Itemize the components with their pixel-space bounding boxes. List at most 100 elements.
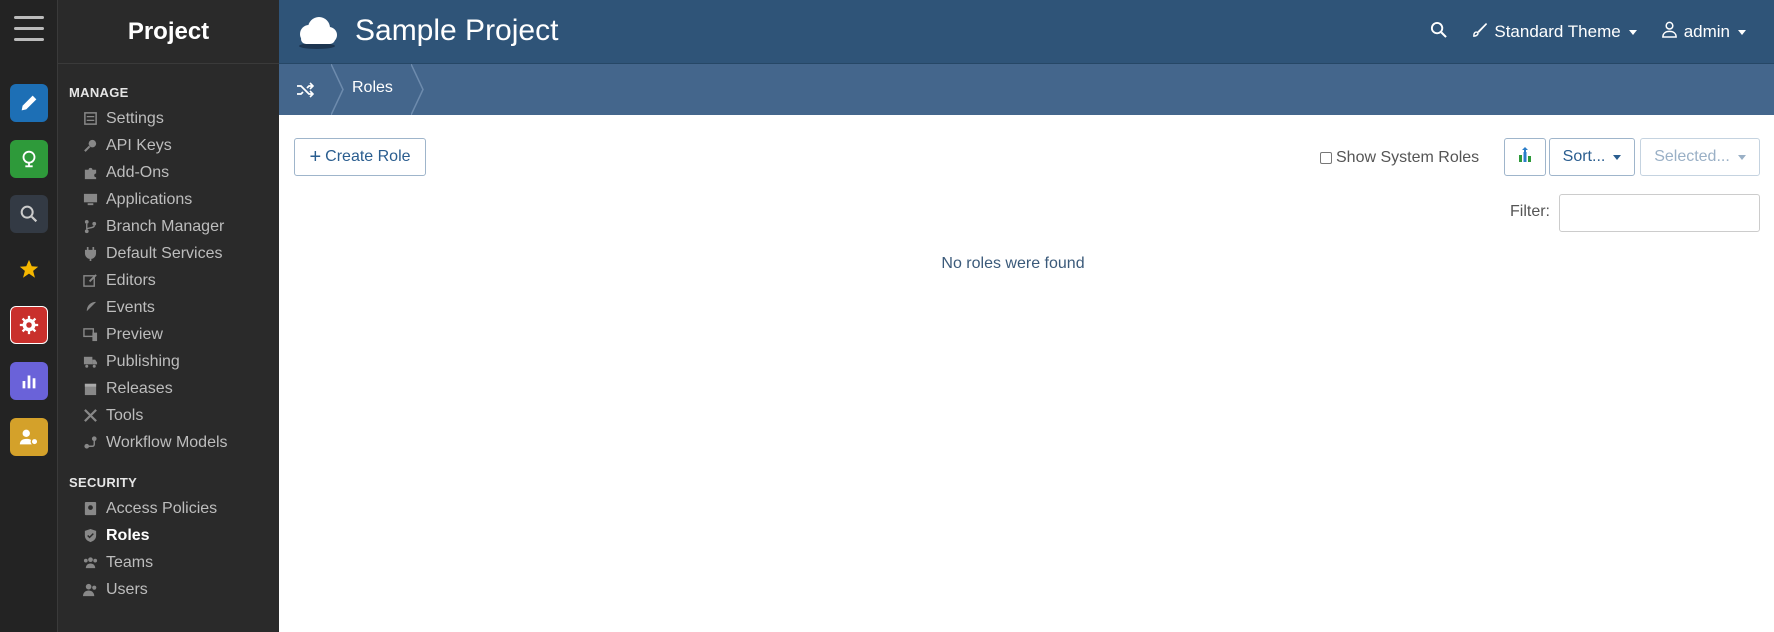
sidebar-item-label: Publishing	[106, 352, 180, 370]
show-system-roles-checkbox[interactable]	[1320, 152, 1332, 164]
sidebar-item-label: Releases	[106, 379, 173, 397]
edit-icon	[82, 273, 98, 289]
puzzle-icon	[82, 165, 98, 181]
theme-dropdown[interactable]: Standard Theme	[1471, 21, 1637, 43]
chevron-down-icon	[1738, 29, 1746, 35]
sidebar-item-label: Settings	[106, 109, 164, 127]
sidebar-item-releases[interactable]: Releases	[58, 375, 279, 402]
filter-label: Filter:	[1510, 203, 1550, 220]
monitor-icon	[82, 192, 98, 208]
sidebar-item-access-policies[interactable]: Access Policies	[58, 495, 279, 522]
sidebar-item-label: Workflow Models	[106, 433, 228, 451]
chevron-down-icon	[1628, 29, 1637, 35]
top-bar: Sample Project Standard Theme admin	[279, 0, 1774, 64]
sidebar-item-label: Add-Ons	[106, 163, 170, 181]
plug-icon	[82, 246, 98, 262]
brush-icon	[1471, 21, 1488, 43]
globe-icon[interactable]	[10, 140, 48, 178]
show-system-roles-toggle[interactable]: Show System Roles	[1320, 149, 1479, 167]
sidebar-item-label: Tools	[106, 406, 144, 424]
search-icon	[1430, 21, 1448, 43]
user-label: admin	[1683, 22, 1730, 41]
sidebar-item-label: Teams	[106, 553, 154, 571]
create-role-button[interactable]: + Create Role	[294, 138, 426, 176]
selected-label: Selected...	[1654, 148, 1730, 165]
breadcrumb: Roles	[279, 64, 1774, 115]
sidebar-item-label: Editors	[106, 271, 156, 289]
chevron-down-icon	[1737, 154, 1746, 160]
sort-label: Sort...	[1562, 148, 1606, 165]
sidebar-item-add-ons[interactable]: Add-Ons	[58, 159, 279, 186]
calendar-icon	[82, 381, 98, 397]
user-gear-icon[interactable]	[10, 418, 48, 456]
plus-icon: +	[309, 146, 322, 168]
sidebar-item-label: Users	[106, 580, 148, 598]
truck-icon	[82, 354, 98, 370]
sidebar-item-label: Access Policies	[106, 499, 218, 517]
settings-icon	[82, 111, 98, 127]
sidebar-item-applications[interactable]: Applications	[58, 186, 279, 213]
policy-icon	[82, 501, 98, 517]
section-label-security: SECURITY	[69, 475, 138, 490]
workflow-icon	[82, 435, 98, 451]
tools-icon	[82, 408, 98, 424]
breadcrumb-roles[interactable]: Roles	[352, 79, 393, 97]
project-title: Sample Project	[355, 14, 559, 47]
sidebar-item-workflow-models[interactable]: Workflow Models	[58, 429, 279, 456]
shield-check-icon	[82, 528, 98, 544]
sidebar-item-label: Preview	[106, 325, 163, 343]
sidebar-item-preview[interactable]: Preview	[58, 321, 279, 348]
pencil-icon[interactable]	[10, 84, 48, 122]
upload-chart-icon	[1516, 146, 1534, 169]
search-button[interactable]	[1430, 21, 1448, 43]
sidebar-item-label: API Keys	[106, 136, 172, 154]
sidebar-item-label: Events	[106, 298, 155, 316]
gear-icon[interactable]	[10, 306, 48, 344]
export-button[interactable]	[1504, 138, 1546, 176]
sidebar-item-label: Applications	[106, 190, 193, 208]
sidebar-item-settings[interactable]: Settings	[58, 105, 279, 132]
bar-chart-icon[interactable]	[10, 362, 48, 400]
sort-dropdown[interactable]: Sort...	[1549, 138, 1635, 176]
icon-rail	[0, 0, 58, 632]
sidebar-item-default-services[interactable]: Default Services	[58, 240, 279, 267]
empty-state-message: No roles were found	[941, 255, 1085, 272]
breadcrumb-separator	[411, 64, 424, 115]
shuffle-icon[interactable]	[279, 64, 331, 115]
key-icon	[82, 138, 98, 154]
main-content: + Create Role Show System Roles Sort... …	[279, 115, 1774, 632]
sidebar-item-events[interactable]: Events	[58, 294, 279, 321]
user-menu[interactable]: admin	[1661, 21, 1746, 43]
create-role-label: Create Role	[325, 148, 411, 165]
sidebar-item-label: Roles	[106, 526, 150, 544]
search-icon[interactable]	[10, 195, 48, 233]
branch-icon	[82, 219, 98, 235]
filter-input[interactable]	[1559, 194, 1760, 232]
sidebar: Project MANAGE Settings API Keys Add-Ons…	[58, 0, 279, 632]
app-window: Project MANAGE Settings API Keys Add-Ons…	[0, 0, 1774, 632]
sidebar-item-branch-manager[interactable]: Branch Manager	[58, 213, 279, 240]
breadcrumb-separator	[331, 64, 344, 115]
user-icon	[1661, 21, 1678, 43]
sidebar-title: Project	[58, 0, 279, 64]
sidebar-item-editors[interactable]: Editors	[58, 267, 279, 294]
cloud-logo-icon	[295, 14, 339, 50]
sidebar-item-tools[interactable]: Tools	[58, 402, 279, 429]
show-system-roles-label: Show System Roles	[1336, 149, 1480, 166]
sidebar-item-label: Default Services	[106, 244, 223, 262]
sidebar-item-teams[interactable]: Teams	[58, 549, 279, 576]
star-icon[interactable]	[10, 250, 48, 288]
team-icon	[82, 555, 98, 571]
users-icon	[82, 582, 98, 598]
theme-label: Standard Theme	[1494, 22, 1621, 41]
sidebar-item-users[interactable]: Users	[58, 576, 279, 603]
sidebar-item-label: Branch Manager	[106, 217, 225, 235]
selected-dropdown[interactable]: Selected...	[1640, 138, 1760, 176]
feather-icon	[82, 300, 98, 316]
menu-toggle-icon[interactable]	[14, 16, 44, 44]
sidebar-item-roles[interactable]: Roles	[58, 522, 279, 549]
chevron-down-icon	[1613, 154, 1622, 160]
sidebar-item-api-keys[interactable]: API Keys	[58, 132, 279, 159]
section-label-manage: MANAGE	[69, 85, 129, 100]
sidebar-item-publishing[interactable]: Publishing	[58, 348, 279, 375]
